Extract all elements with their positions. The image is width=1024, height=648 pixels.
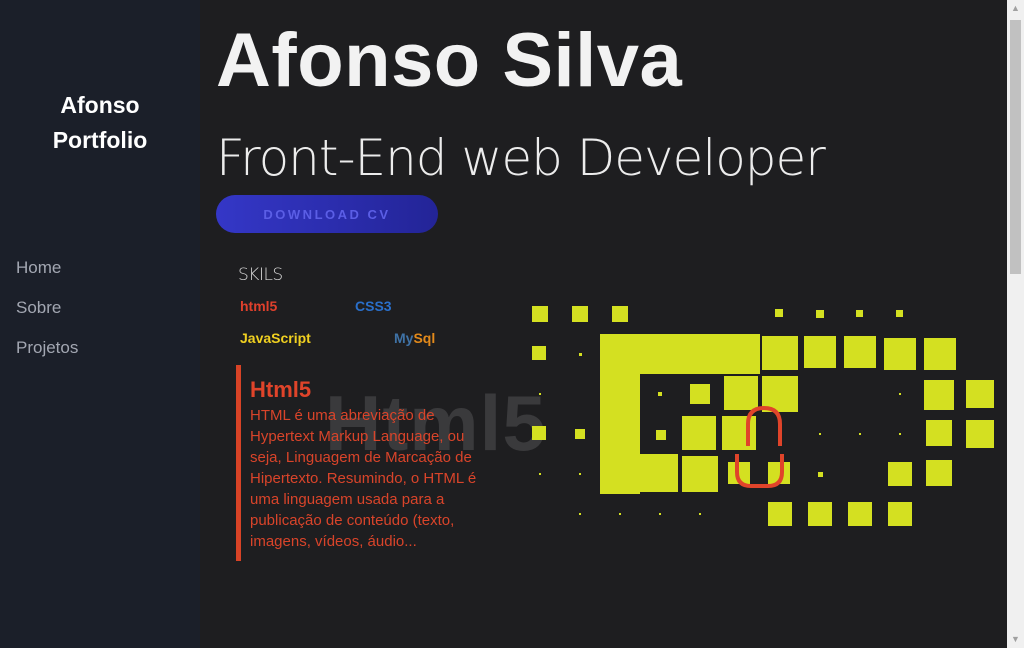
- skill-javascript[interactable]: JavaScript: [240, 330, 311, 346]
- skill-detail-title: Html5: [250, 377, 312, 402]
- skill-mysql[interactable]: MySql: [394, 330, 435, 346]
- nav-item-home[interactable]: Home: [16, 256, 78, 296]
- brand-line-1: Afonso: [60, 92, 140, 118]
- brand-line-2: Portfolio: [52, 127, 148, 153]
- download-cv-button[interactable]: DOWNLOAD CV: [216, 195, 438, 233]
- sidebar: Afonso Portfolio Home Sobre Projetos: [0, 0, 200, 648]
- page-scrollbar[interactable]: ▲ ▼: [1007, 0, 1024, 648]
- scroll-down-icon[interactable]: ▼: [1007, 631, 1024, 648]
- skill-mysql-my: My: [394, 330, 414, 346]
- hero-role: Front-End web Developer: [216, 129, 826, 187]
- hero-name: Afonso Silva: [216, 18, 683, 103]
- skills-title: SKILS: [238, 265, 283, 285]
- brand-logo[interactable]: Afonso Portfolio: [0, 88, 200, 158]
- scroll-up-icon[interactable]: ▲: [1007, 0, 1024, 17]
- lock-illustration: [532, 306, 994, 526]
- nav-item-projetos[interactable]: Projetos: [16, 336, 78, 376]
- skill-detail-text: HTML é uma abreviação de Hypertext Marku…: [250, 407, 477, 550]
- skill-html5[interactable]: html5: [240, 298, 277, 314]
- main-nav: Home Sobre Projetos: [16, 256, 78, 376]
- skill-detail-card: Html5 Html5 HTML é uma abreviação de Hyp…: [236, 365, 546, 561]
- scrollbar-thumb[interactable]: [1010, 20, 1021, 274]
- nav-item-sobre[interactable]: Sobre: [16, 296, 78, 336]
- skill-mysql-sql: Sql: [413, 330, 436, 346]
- skill-css3[interactable]: CSS3: [355, 298, 392, 314]
